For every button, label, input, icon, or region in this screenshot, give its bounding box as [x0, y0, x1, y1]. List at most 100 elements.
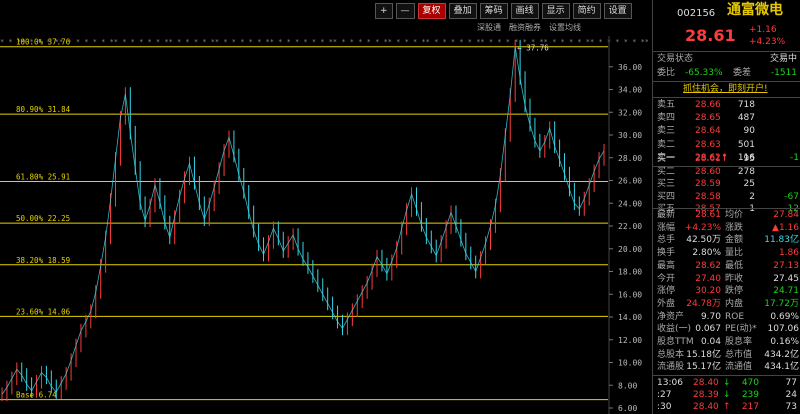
- bid-volume: 2: [749, 191, 755, 202]
- book-row: 净资产 9.70 ROE 0.69%: [653, 311, 800, 324]
- toolbar-button-5[interactable]: 画线: [510, 3, 539, 19]
- stat-label: 外盘: [657, 298, 676, 309]
- stat-label: ROE: [725, 311, 745, 322]
- subtab-0[interactable]: 深股通: [477, 22, 501, 33]
- y-tick-label: 18.00: [618, 268, 642, 277]
- stat-value: 27.84: [773, 210, 799, 220]
- stat-label: 金额: [725, 235, 744, 246]
- ask-label: 卖二: [657, 139, 676, 150]
- stat-value: 107.06: [767, 324, 800, 335]
- subtab-2[interactable]: 设置均线: [549, 22, 581, 33]
- toolbar-button-0[interactable]: +: [375, 3, 393, 19]
- stat-label: 流通股: [657, 362, 685, 373]
- price-chart[interactable]: 36.00 34.00 32.00 30.00 28.00 26.00 24.00 22.00…: [0, 36, 648, 414]
- stat-label: 总市值: [725, 349, 753, 360]
- stat-label: 昨收: [725, 273, 744, 284]
- book-row: 换手 2.80% 量比 1.86: [653, 247, 800, 260]
- fib-label: 100.0% 37.76: [16, 38, 71, 47]
- ask-price: 28.63: [695, 139, 721, 150]
- book-row: :30 28.40 ↑ 217 73: [653, 401, 800, 414]
- status-value: 交易中: [769, 54, 797, 64]
- book-row: 买二 28.60 278: [653, 166, 800, 179]
- toolbar-button-8[interactable]: 设置: [603, 3, 632, 19]
- peak-label: ← 37.76: [517, 44, 549, 53]
- stock-name: 通富微电: [727, 2, 783, 18]
- stat-value: 9.70: [700, 311, 721, 322]
- stat-value: 24.78万: [686, 298, 721, 309]
- tick-arrow: ↑: [723, 402, 731, 412]
- y-tick-label: 36.00: [618, 63, 642, 72]
- y-tick-label: 14.00: [618, 313, 642, 322]
- open-account-link[interactable]: 抓住机会，即刻开户!: [683, 83, 768, 96]
- book-row: 买一 28.61↑ 95: [653, 153, 800, 166]
- y-tick-label: 12.00: [618, 336, 642, 345]
- stat-label: 今开: [657, 273, 676, 284]
- stat-value: 28.61: [695, 210, 721, 220]
- book-row: 最新 28.61 均价 27.84: [653, 209, 800, 222]
- stat-value: 27.40: [695, 273, 721, 284]
- price-change: +1.16: [749, 25, 777, 35]
- ask-volume: 501: [737, 139, 755, 150]
- toolbar-button-6[interactable]: 显示: [541, 3, 570, 19]
- stat-value: 0.16%: [770, 337, 799, 347]
- stat-label: 量比: [725, 248, 744, 259]
- stat-label: 流通值: [725, 362, 753, 373]
- subtab-1[interactable]: 融资融券: [509, 22, 541, 33]
- ask-price: 28.66: [695, 100, 721, 110]
- y-tick-label: 10.00: [618, 359, 642, 368]
- bid-price: 28.58: [695, 191, 721, 202]
- fib-label: 23.60% 14.06: [16, 307, 71, 316]
- tick-price: 28.40: [693, 402, 719, 412]
- toolbar-button-2[interactable]: 复权: [417, 3, 446, 19]
- stat-value: 24.71: [773, 286, 799, 297]
- stat-label: 总股本: [657, 349, 685, 360]
- stat-label: 涨幅: [657, 222, 676, 233]
- stat-label: 跌停: [725, 286, 744, 297]
- stat-value: 11.83亿: [764, 235, 799, 246]
- toolbar-button-3[interactable]: 叠加: [448, 3, 477, 19]
- bid-change: -67: [784, 191, 799, 202]
- stat-label: 内盘: [725, 298, 744, 309]
- book-row: 买四 28.58 2 -67: [653, 191, 800, 204]
- chart-toolbar: + — 复权 叠加 筹码 画线 显示 简约 设置: [375, 3, 632, 19]
- price-change-pct: +4.23%: [749, 37, 786, 47]
- stat-label: 净资产: [657, 311, 685, 322]
- toolbar-button-1[interactable]: —: [395, 3, 415, 19]
- ask-volume: 718: [737, 100, 755, 110]
- ask-label: 卖五: [657, 100, 676, 110]
- stat-value: 434.1亿: [764, 362, 799, 373]
- ratio-value: -65.33%: [685, 68, 723, 78]
- bid-price: 28.59: [695, 179, 721, 190]
- stat-label: PE(动)*: [725, 324, 757, 335]
- stat-value: 27.13: [773, 260, 799, 271]
- y-tick-label: 22.00: [618, 222, 642, 231]
- y-tick-label: 8.00: [618, 381, 637, 390]
- bid-price: 28.60: [695, 166, 721, 177]
- ask-price: 28.64: [695, 126, 721, 137]
- book-row: 股息TTM 0.04 股息率 0.16%: [653, 336, 800, 349]
- bid-label: 买三: [657, 179, 676, 190]
- y-tick-label: 6.00: [618, 404, 637, 413]
- book-row: 流通股 15.17亿 流通值 434.1亿: [653, 361, 800, 374]
- stat-label: 收益(一): [657, 324, 692, 335]
- stat-value: 0.69%: [770, 311, 799, 322]
- tick-count: 73: [785, 402, 797, 412]
- status-label: 交易状态: [657, 54, 694, 64]
- ask-label: 卖三: [657, 126, 676, 137]
- toolbar-button-7[interactable]: 简约: [572, 3, 601, 19]
- book-row: 卖五 28.66 718: [653, 99, 800, 112]
- stat-label: 最高: [657, 260, 676, 271]
- y-tick-label: 32.00: [618, 108, 642, 117]
- tick-volume: 217: [741, 402, 759, 412]
- ask-label: 卖四: [657, 113, 676, 124]
- stat-value: 15.17亿: [686, 362, 721, 373]
- y-tick-label: 30.00: [618, 131, 642, 140]
- toolbar-button-4[interactable]: 筹码: [479, 3, 508, 19]
- stat-value: 434.2亿: [764, 349, 799, 360]
- stat-label: 最低: [725, 260, 744, 271]
- chart-subtabs: 深股通 融资融券 设置均线: [477, 22, 581, 33]
- book-row: 总股本 15.18亿 总市值 434.2亿: [653, 349, 800, 362]
- bid-label: 买二: [657, 166, 676, 177]
- price-line: [1, 46, 605, 395]
- y-tick-label: 34.00: [618, 86, 642, 95]
